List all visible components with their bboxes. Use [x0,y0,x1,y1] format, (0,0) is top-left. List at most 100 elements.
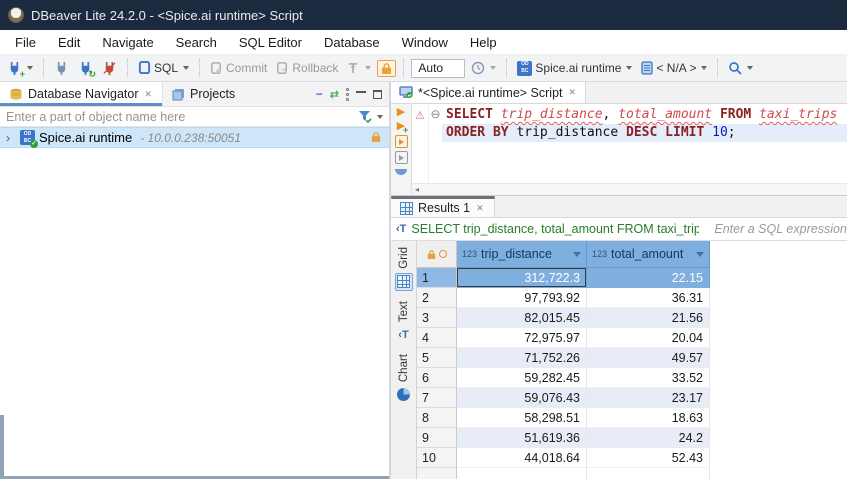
filter-funnel-icon[interactable] [358,110,372,123]
commit-mode-combo[interactable]: Auto [411,59,465,78]
tab-label: Projects [190,87,235,101]
grid-cell-total-amount[interactable]: 20.04 [587,328,710,348]
menu-database[interactable]: Database [313,30,391,54]
menu-help[interactable]: Help [459,30,508,54]
sash-handle[interactable] [391,196,495,199]
grid-cell-total-amount[interactable]: 24.2 [587,428,710,448]
autocommit-lock-button[interactable] [377,60,396,77]
code-line[interactable]: ORDER BY trip_distance DESC LIMIT 10; [442,124,847,142]
column-header-trip-distance[interactable]: 123 trip_distance [457,241,587,268]
collapse-block-icon[interactable]: ⊖ [430,107,440,121]
execute-new-tab-button[interactable]: ▶+ [397,121,405,132]
grid-cell-trip-distance[interactable]: 59,076.43 [457,388,587,408]
grid-cell-total-amount[interactable]: 18.63 [587,408,710,428]
active-connection-selector[interactable]: ODBC Spice.ai runtime [514,59,635,78]
active-database-selector[interactable]: < N/A > [638,59,710,77]
row-number-cell[interactable]: 8 [417,408,457,428]
transaction-log-button[interactable] [344,60,374,77]
maximize-view-icon[interactable] [373,90,382,99]
disconnect-button[interactable] [99,59,120,78]
link-with-editor-icon[interactable]: ⇄ [330,88,339,101]
execute-script-button[interactable] [395,135,408,148]
expand-chevron-icon[interactable]: › [6,131,16,145]
menu-file[interactable]: File [4,30,47,54]
row-number-cell[interactable]: 5 [417,348,457,368]
sort-dropdown-icon[interactable] [573,252,581,257]
menu-sql-editor[interactable]: SQL Editor [228,30,313,54]
grid-cell-total-amount[interactable]: 23.17 [587,388,710,408]
grid-cell-trip-distance[interactable]: 51,619.36 [457,428,587,448]
lock-icon [381,62,392,75]
text-icon: ‹T [398,329,408,341]
minimize-view-icon[interactable] [356,91,366,98]
lock-icon [427,249,436,260]
new-connection-button[interactable]: + [4,59,36,78]
tab-projects[interactable]: Projects [163,82,244,106]
column-header-total-amount[interactable]: 123 total_amount [587,241,710,268]
grid-cell-trip-distance[interactable]: 97,793.92 [457,288,587,308]
reconnect-button[interactable]: ↻ [75,59,96,78]
row-number-cell[interactable]: 9 [417,428,457,448]
execute-statement-button[interactable]: ▶ [397,107,405,118]
results-query-text: SELECT trip_distance, total_amount FROM … [411,222,699,236]
tab-grid-label[interactable]: Grid [398,247,410,269]
tab-sql-script[interactable]: *<Spice.ai runtime> Script ✕ [391,82,586,103]
connect-button[interactable] [51,59,72,78]
panel-icon[interactable] [395,169,407,175]
row-number-cell[interactable]: 7 [417,388,457,408]
menu-navigate[interactable]: Navigate [91,30,164,54]
commit-button[interactable]: Commit [207,59,270,77]
menu-edit[interactable]: Edit [47,30,91,54]
sort-dropdown-icon[interactable] [696,252,704,257]
row-number-cell[interactable]: 4 [417,328,457,348]
close-icon[interactable]: ✕ [143,89,153,100]
close-icon[interactable]: ✕ [568,87,578,98]
sql-editor-button[interactable]: SQL [135,59,192,77]
row-number-cell[interactable]: 3 [417,308,457,328]
table-row: 571,752.2649.57 [417,348,847,368]
row-number-cell[interactable]: 2 [417,288,457,308]
grid-cell-total-amount[interactable]: 22.15 [587,268,710,288]
grid-cell-trip-distance[interactable]: 312,722.3 [457,268,587,288]
grid-cell-trip-distance[interactable]: 59,282.45 [457,368,587,388]
tab-chart-label[interactable]: Chart [398,354,410,382]
rollback-button[interactable]: Rollback [273,59,341,77]
grid-corner-cell[interactable] [417,241,457,268]
tab-results-1[interactable]: Results 1 ✕ [391,199,495,217]
row-number-cell[interactable]: 1 [417,268,457,288]
explain-plan-button[interactable] [395,151,408,164]
transaction-history-button[interactable] [468,59,499,77]
grid-cell-trip-distance[interactable]: 58,298.51 [457,408,587,428]
tab-text-label[interactable]: Text [398,301,410,322]
editor-side-toolbar: ▶ ▶+ [391,104,412,195]
navigator-filter[interactable]: Enter a part of object name here [0,107,389,127]
search-button[interactable] [725,59,756,77]
tab-grid[interactable] [395,273,413,291]
editor-horizontal-scrollbar[interactable]: ◂ [412,183,847,195]
results-filter-bar[interactable]: ‹T SELECT trip_distance, total_amount FR… [391,218,847,241]
filter-dropdown-icon[interactable] [377,115,383,119]
collapse-all-icon[interactable]: − [316,87,323,101]
sql-code-area[interactable]: SELECT trip_distance, total_amount FROM … [442,104,847,195]
close-icon[interactable]: ✕ [475,203,485,214]
tab-text[interactable]: ‹T [395,326,413,344]
grid-cell-total-amount[interactable]: 52.43 [587,448,710,468]
grid-cell-total-amount[interactable]: 33.52 [587,368,710,388]
grid-cell-total-amount[interactable]: 36.31 [587,288,710,308]
row-number-cell[interactable]: 10 [417,448,457,468]
code-line[interactable]: SELECT trip_distance, total_amount FROM … [442,106,847,124]
grid-cell-trip-distance[interactable]: 44,018.64 [457,448,587,468]
grid-cell-total-amount[interactable]: 21.56 [587,308,710,328]
view-menu-icon[interactable] [346,88,349,101]
connection-tree-item[interactable]: › ODBC✓ Spice.ai runtime - 10.0.0.238:50… [0,127,389,148]
row-number-cell[interactable]: 6 [417,368,457,388]
grid-cell-trip-distance[interactable]: 71,752.26 [457,348,587,368]
tab-chart[interactable] [395,386,413,404]
grid-cell-total-amount[interactable]: 49.57 [587,348,710,368]
tab-database-navigator[interactable]: Database Navigator ✕ [0,82,163,106]
grid-cell-trip-distance[interactable]: 82,015.45 [457,308,587,328]
menu-search[interactable]: Search [165,30,228,54]
scroll-left-icon[interactable]: ◂ [415,185,419,194]
grid-cell-trip-distance[interactable]: 72,975.97 [457,328,587,348]
menu-window[interactable]: Window [391,30,459,54]
